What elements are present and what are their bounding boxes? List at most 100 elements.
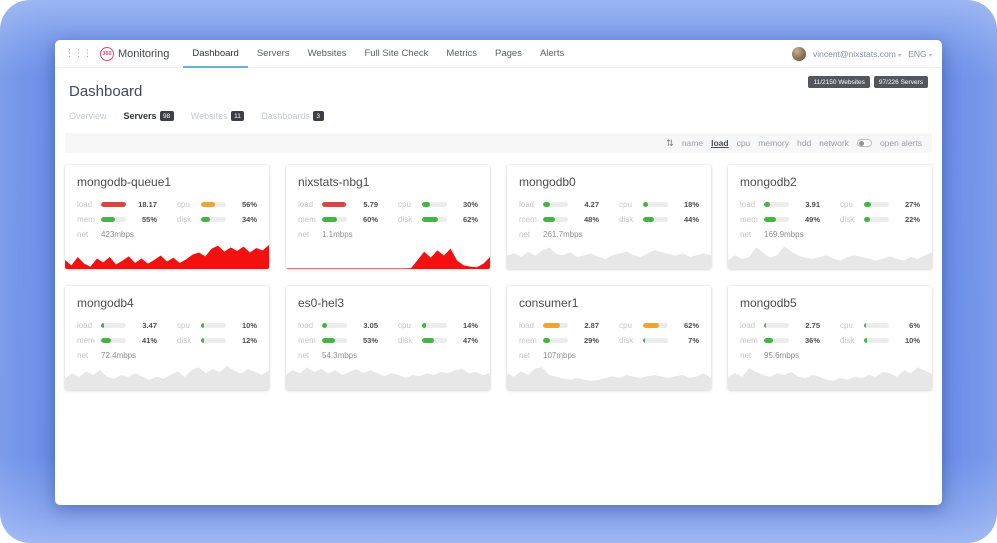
sort-arrows-icon: ⇅	[666, 138, 674, 149]
tab-overview[interactable]: Overview	[69, 111, 107, 121]
counter-badge: 97/226 Servers	[874, 76, 928, 88]
app-window: ⋮⋮⋮ 360 Monitoring DashboardServersWebsi…	[55, 40, 942, 505]
tab-label: Servers	[124, 111, 157, 121]
server-card-mongodb-queue1[interactable]: mongodb-queue1 load 18.17 mem 55% net 42…	[65, 165, 269, 269]
metric-bar-fill	[201, 202, 215, 207]
language-selector[interactable]: ENG ▾	[908, 49, 932, 59]
server-name: mongodb4	[77, 296, 257, 310]
metric-label: load	[740, 200, 760, 209]
server-metrics: load 2.75 mem 36% net 95.6mbps cpu	[740, 321, 920, 360]
metric-value: 54.3mbps	[322, 351, 357, 360]
tab-label: Dashboards	[261, 111, 310, 121]
metric-disk: disk 62%	[398, 215, 478, 224]
server-card-nixstats-nbg1[interactable]: nixstats-nbg1 load 5.79 mem 60% net 1.1m…	[286, 165, 490, 269]
metric-value: 36%	[793, 336, 820, 345]
metrics-col-left: load 3.91 mem 49% net 169.9mbps	[740, 200, 820, 239]
server-name: mongodb-queue1	[77, 175, 257, 189]
app-grid-icon[interactable]: ⋮⋮⋮	[65, 49, 92, 58]
sort-bar: ⇅ name loadcpu memory hdd network open alert…	[65, 133, 932, 153]
metrics-col-left: load 18.17 mem 55% net 423mbps	[77, 200, 157, 239]
metric-cpu: cpu 10%	[177, 321, 257, 330]
brand-logo[interactable]: 360 Monitoring	[100, 47, 169, 61]
metric-bar-fill	[543, 323, 560, 328]
metrics-col-left: load 5.79 mem 60% net 1.1mbps	[298, 200, 378, 239]
sort-option-hdd[interactable]: hdd	[797, 138, 811, 148]
nav-item-metrics[interactable]: Metrics	[437, 40, 486, 68]
metric-bar-fill	[764, 323, 766, 328]
metric-label: mem	[740, 215, 760, 224]
nav-item-dashboard[interactable]: Dashboard	[183, 40, 247, 68]
metric-value: 72.4mbps	[101, 351, 136, 360]
metric-label: mem	[77, 215, 97, 224]
metric-disk: disk 47%	[398, 336, 478, 345]
metric-value: 22%	[893, 215, 920, 224]
metric-value: 169.9mbps	[764, 230, 804, 239]
metrics-col-right: cpu 62% disk 7%	[619, 321, 699, 360]
server-card-mongodb5[interactable]: mongodb5 load 2.75 mem 36% net 95.6mbps	[728, 286, 932, 390]
open-alerts-toggle[interactable]	[857, 139, 872, 147]
metric-bar	[643, 323, 668, 328]
metric-bar	[201, 338, 226, 343]
metric-bar	[422, 202, 447, 207]
nav-item-websites[interactable]: Websites	[299, 40, 356, 68]
metric-bar-fill	[201, 217, 210, 222]
metric-value: 30%	[451, 200, 478, 209]
metric-cpu: cpu 56%	[177, 200, 257, 209]
nav-item-full-site-check[interactable]: Full Site Check	[355, 40, 437, 68]
metric-bar-fill	[101, 202, 126, 207]
nav-items: DashboardServersWebsitesFull Site CheckM…	[183, 40, 573, 68]
sort-option-memory[interactable]: memory	[758, 138, 789, 148]
metric-bar-fill	[322, 338, 335, 343]
metric-bar	[764, 338, 789, 343]
server-card-mongodb4[interactable]: mongodb4 load 3.47 mem 41% net 72.4mbps	[65, 286, 269, 390]
tab-websites[interactable]: Websites11	[191, 111, 245, 121]
user-menu[interactable]: vincent@nixstats.com ▾	[813, 49, 901, 59]
metric-bar-fill	[422, 338, 434, 343]
metric-net: net 1.1mbps	[298, 230, 378, 239]
metric-load: load 3.91	[740, 200, 820, 209]
sort-option-name[interactable]: name	[682, 138, 703, 148]
nav-item-servers[interactable]: Servers	[248, 40, 299, 68]
metric-value: 14%	[451, 321, 478, 330]
metric-label: disk	[619, 215, 639, 224]
tab-dashboards[interactable]: Dashboards3	[261, 111, 323, 121]
server-card-es0-hel3[interactable]: es0-hel3 load 3.05 mem 53% net 54.3mbps	[286, 286, 490, 390]
metrics-col-left: load 2.75 mem 36% net 95.6mbps	[740, 321, 820, 360]
nav-item-pages[interactable]: Pages	[486, 40, 531, 68]
metric-bar	[543, 338, 568, 343]
server-card-mongodb2[interactable]: mongodb2 load 3.91 mem 49% net 169.9mbps	[728, 165, 932, 269]
metric-value: 41%	[130, 336, 157, 345]
metric-value: 10%	[230, 321, 257, 330]
metric-label: disk	[177, 336, 197, 345]
sort-option-cpu[interactable]: cpu	[737, 138, 751, 148]
sparkline-chart	[728, 239, 932, 269]
tab-count-badge: 11	[231, 111, 245, 121]
metric-bar-fill	[543, 217, 555, 222]
metric-value: 44%	[672, 215, 699, 224]
metric-value: 60%	[351, 215, 378, 224]
server-metrics: load 3.05 mem 53% net 54.3mbps cpu	[298, 321, 478, 360]
sort-option-network[interactable]: network	[819, 138, 849, 148]
open-alerts-label[interactable]: open alerts	[880, 138, 922, 148]
sort-option-load[interactable]: load	[711, 138, 728, 148]
server-card-mongodb0[interactable]: mongodb0 load 4.27 mem 48% net 261.7mbps	[507, 165, 711, 269]
metric-bar	[543, 202, 568, 207]
metrics-col-left: load 3.05 mem 53% net 54.3mbps	[298, 321, 378, 360]
metric-label: cpu	[177, 200, 197, 209]
tab-servers[interactable]: Servers98	[124, 111, 174, 121]
metric-value: 2.87	[572, 321, 599, 330]
server-name: mongodb5	[740, 296, 920, 310]
metric-bar-fill	[643, 202, 648, 207]
metric-value: 55%	[130, 215, 157, 224]
sparkline-area	[728, 246, 932, 269]
tab-count-badge: 3	[313, 111, 324, 121]
server-card-consumer1[interactable]: consumer1 load 2.87 mem 29% net 107mbps	[507, 286, 711, 390]
nav-item-alerts[interactable]: Alerts	[531, 40, 573, 68]
metrics-col-left: load 2.87 mem 29% net 107mbps	[519, 321, 599, 360]
metric-label: mem	[519, 215, 539, 224]
counter-badge: 11/2150 Websites	[808, 76, 869, 88]
avatar[interactable]	[792, 47, 806, 61]
metric-bar-fill	[101, 338, 111, 343]
metric-disk: disk 22%	[840, 215, 920, 224]
dashboard-tabs: Overview Servers98 Websites11 Dashboards3	[55, 100, 942, 125]
